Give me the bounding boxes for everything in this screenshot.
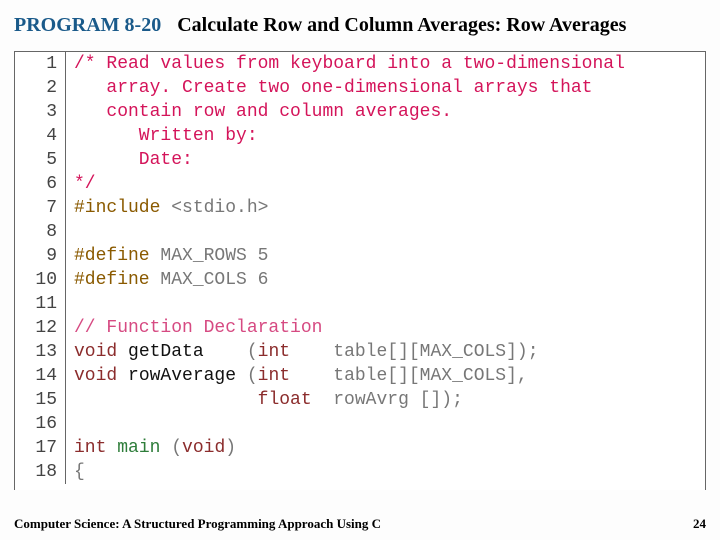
- code-text: #define MAX_COLS 6: [66, 268, 268, 292]
- line-number: 15: [15, 388, 66, 412]
- code-text: void getData (int table[][MAX_COLS]);: [66, 340, 539, 364]
- line-number: 18: [15, 460, 66, 484]
- footer-page-number: 24: [693, 516, 706, 532]
- line-number: 11: [15, 292, 66, 316]
- code-text: [66, 220, 74, 244]
- code-line: 10#define MAX_COLS 6: [15, 268, 705, 292]
- code-line: 3 contain row and column averages.: [15, 100, 705, 124]
- code-line: 7#include <stdio.h>: [15, 196, 705, 220]
- slide-header: PROGRAM 8-20 Calculate Row and Column Av…: [0, 0, 720, 45]
- program-label: PROGRAM 8-20: [14, 14, 161, 36]
- line-number: 16: [15, 412, 66, 436]
- line-number: 9: [15, 244, 66, 268]
- code-text: float rowAvrg []);: [66, 388, 463, 412]
- line-number: 10: [15, 268, 66, 292]
- code-line: 15 float rowAvrg []);: [15, 388, 705, 412]
- code-text: #include <stdio.h>: [66, 196, 268, 220]
- code-listing: 1/* Read values from keyboard into a two…: [14, 51, 706, 490]
- code-line: 5 Date:: [15, 148, 705, 172]
- code-text: int main (void): [66, 436, 236, 460]
- code-text: array. Create two one-dimensional arrays…: [66, 76, 592, 100]
- code-line: 1/* Read values from keyboard into a two…: [15, 52, 705, 76]
- code-text: */: [66, 172, 96, 196]
- line-number: 13: [15, 340, 66, 364]
- code-text: #define MAX_ROWS 5: [66, 244, 268, 268]
- slide: PROGRAM 8-20 Calculate Row and Column Av…: [0, 0, 720, 540]
- code-line: 14void rowAverage (int table[][MAX_COLS]…: [15, 364, 705, 388]
- code-text: Written by:: [66, 124, 258, 148]
- line-number: 2: [15, 76, 66, 100]
- code-text: [66, 412, 74, 436]
- code-line: 16: [15, 412, 705, 436]
- code-text: /* Read values from keyboard into a two-…: [66, 52, 625, 76]
- line-number: 4: [15, 124, 66, 148]
- code-line: 12// Function Declaration: [15, 316, 705, 340]
- line-number: 14: [15, 364, 66, 388]
- code-text: {: [66, 460, 85, 484]
- code-text: void rowAverage (int table[][MAX_COLS],: [66, 364, 528, 388]
- line-number: 1: [15, 52, 66, 76]
- line-number: 3: [15, 100, 66, 124]
- code-line: 18{: [15, 460, 705, 484]
- line-number: 17: [15, 436, 66, 460]
- code-line: 2 array. Create two one-dimensional arra…: [15, 76, 705, 100]
- line-number: 5: [15, 148, 66, 172]
- line-number: 8: [15, 220, 66, 244]
- slide-title: Calculate Row and Column Averages: Row A…: [177, 14, 626, 36]
- code-text: [66, 292, 74, 316]
- code-text: contain row and column averages.: [66, 100, 452, 124]
- line-number: 6: [15, 172, 66, 196]
- code-line: 4 Written by:: [15, 124, 705, 148]
- code-line: 8: [15, 220, 705, 244]
- code-line: 11: [15, 292, 705, 316]
- code-line: 9#define MAX_ROWS 5: [15, 244, 705, 268]
- footer-book-title: Computer Science: A Structured Programmi…: [14, 516, 381, 532]
- code-line: 17int main (void): [15, 436, 705, 460]
- line-number: 12: [15, 316, 66, 340]
- code-line: 13void getData (int table[][MAX_COLS]);: [15, 340, 705, 364]
- slide-footer: Computer Science: A Structured Programmi…: [14, 516, 706, 532]
- line-number: 7: [15, 196, 66, 220]
- code-text: Date:: [66, 148, 193, 172]
- code-line: 6*/: [15, 172, 705, 196]
- code-text: // Function Declaration: [66, 316, 322, 340]
